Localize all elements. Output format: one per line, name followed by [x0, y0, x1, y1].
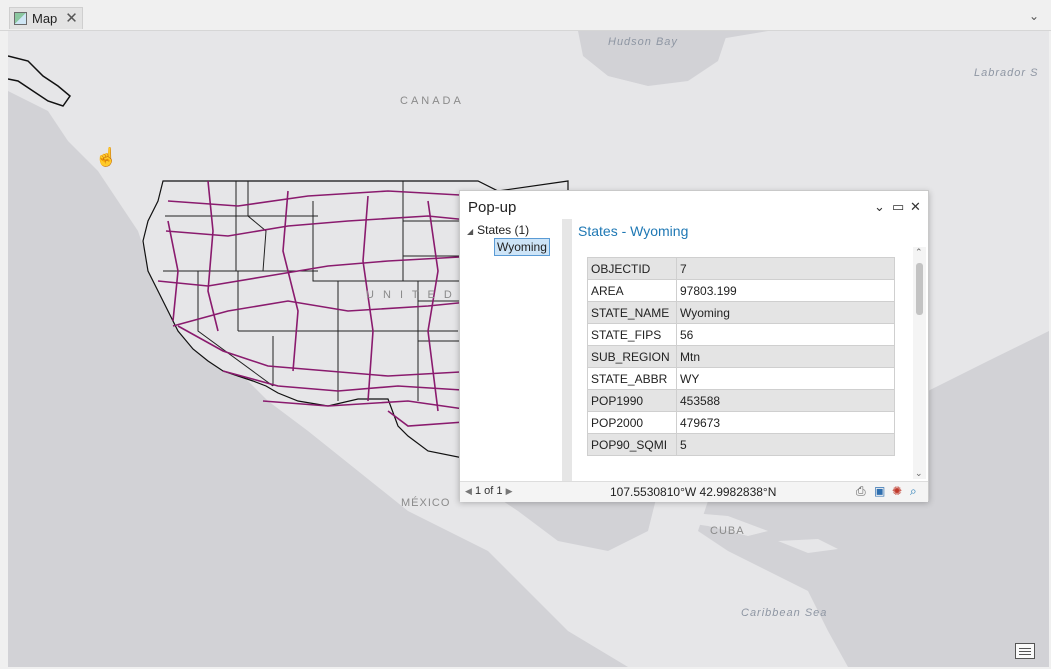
feature-tree: ◢ States (1) Wyoming	[460, 219, 562, 481]
attribute-row: STATE_ABBR WY	[587, 367, 895, 390]
scroll-down-icon[interactable]: ⌄	[915, 468, 923, 479]
print-icon[interactable]: ⎙	[856, 484, 866, 499]
close-icon[interactable]: ✕	[910, 199, 921, 215]
field-value: 5	[676, 433, 895, 456]
field-name: OBJECTID	[587, 257, 677, 280]
field-name: POP1990	[587, 389, 677, 412]
coordinates-readout: 107.5530810°W 42.9982838°N	[610, 485, 777, 499]
prev-icon[interactable]: ◀	[465, 486, 472, 496]
field-value: Mtn	[676, 345, 895, 368]
label-labrador: Labrador S	[974, 67, 1039, 79]
field-name: POP2000	[587, 411, 677, 434]
detail-title: States - Wyoming	[578, 223, 689, 239]
scroll-up-icon[interactable]: ⌃	[915, 247, 923, 258]
chevron-down-icon[interactable]: ⌄	[1029, 9, 1039, 23]
map-tab-bar: Map ✕ ⌄	[0, 0, 1051, 31]
label-cuba: CUBA	[710, 525, 745, 537]
field-name: AREA	[587, 279, 677, 302]
attribute-row: STATE_NAME Wyoming	[587, 301, 895, 324]
field-value: 56	[676, 323, 895, 346]
field-name: SUB_REGION	[587, 345, 677, 368]
tree-feature-wyoming[interactable]: Wyoming	[494, 238, 550, 256]
attribute-row: AREA 97803.199	[587, 279, 895, 302]
field-value: WY	[676, 367, 895, 390]
zoom-to-icon[interactable]: ⌕	[910, 484, 917, 499]
data-source-icon[interactable]	[1015, 643, 1035, 659]
attribute-row: POP90_SQMI 5	[587, 433, 895, 456]
expand-triangle-icon[interactable]: ◢	[467, 227, 473, 236]
attribute-row: SUB_REGION Mtn	[587, 345, 895, 368]
popup-title: Pop-up	[468, 199, 517, 216]
label-mexico: MÉXICO	[401, 497, 451, 509]
attribute-row: OBJECTID 7	[587, 257, 895, 280]
field-value: 479673	[676, 411, 895, 434]
tree-layer-states[interactable]: ◢ States (1)	[467, 223, 529, 237]
attribute-row: POP2000 479673	[587, 411, 895, 434]
attribute-row: POP1990 453588	[587, 389, 895, 412]
attribute-row: STATE_FIPS 56	[587, 323, 895, 346]
field-value: 453588	[676, 389, 895, 412]
field-value: 97803.199	[676, 279, 895, 302]
hispaniola	[778, 539, 838, 553]
maximize-icon[interactable]: ▭	[892, 199, 904, 215]
field-name: STATE_FIPS	[587, 323, 677, 346]
attribute-table: OBJECTID 7 AREA 97803.199 STATE_NAME Wyoming S…	[587, 257, 895, 456]
popup-window: Pop-up ⌄ ▭ ✕ ◢ States (1) Wyoming States …	[459, 190, 929, 502]
vertical-scrollbar[interactable]: ⌃ ⌄	[913, 247, 926, 479]
label-united: U N I T E D	[366, 289, 455, 301]
paging-label: 1 of 1	[474, 485, 503, 497]
pane-splitter[interactable]	[562, 219, 572, 481]
chevron-down-icon[interactable]: ⌄	[874, 199, 885, 215]
map-icon	[14, 12, 27, 25]
field-name: STATE_NAME	[587, 301, 677, 324]
close-icon[interactable]: ✕	[65, 11, 78, 26]
field-value: Wyoming	[676, 301, 895, 324]
label-hudson-bay: Hudson Bay	[608, 36, 678, 48]
popup-footer: ◀ 1 of 1 ▶ 107.5530810°W 42.9982838°N ⎙ …	[460, 481, 928, 502]
next-icon[interactable]: ▶	[506, 486, 513, 496]
paging-nav: ◀ 1 of 1 ▶	[465, 485, 513, 497]
field-name: STATE_ABBR	[587, 367, 677, 390]
field-value: 7	[676, 257, 895, 280]
tab-map-label: Map	[32, 11, 58, 26]
tree-layer-label: States (1)	[477, 223, 530, 237]
hand-cursor-icon: ☝	[95, 147, 118, 167]
flash-icon[interactable]: ✺	[892, 484, 902, 498]
tab-map[interactable]: Map ✕	[9, 7, 83, 29]
label-caribbean: Caribbean Sea	[741, 607, 828, 619]
label-canada: CANADA	[400, 95, 464, 107]
field-name: POP90_SQMI	[587, 433, 677, 456]
scroll-thumb[interactable]	[916, 263, 923, 315]
edit-icon[interactable]: ▣	[874, 484, 885, 498]
